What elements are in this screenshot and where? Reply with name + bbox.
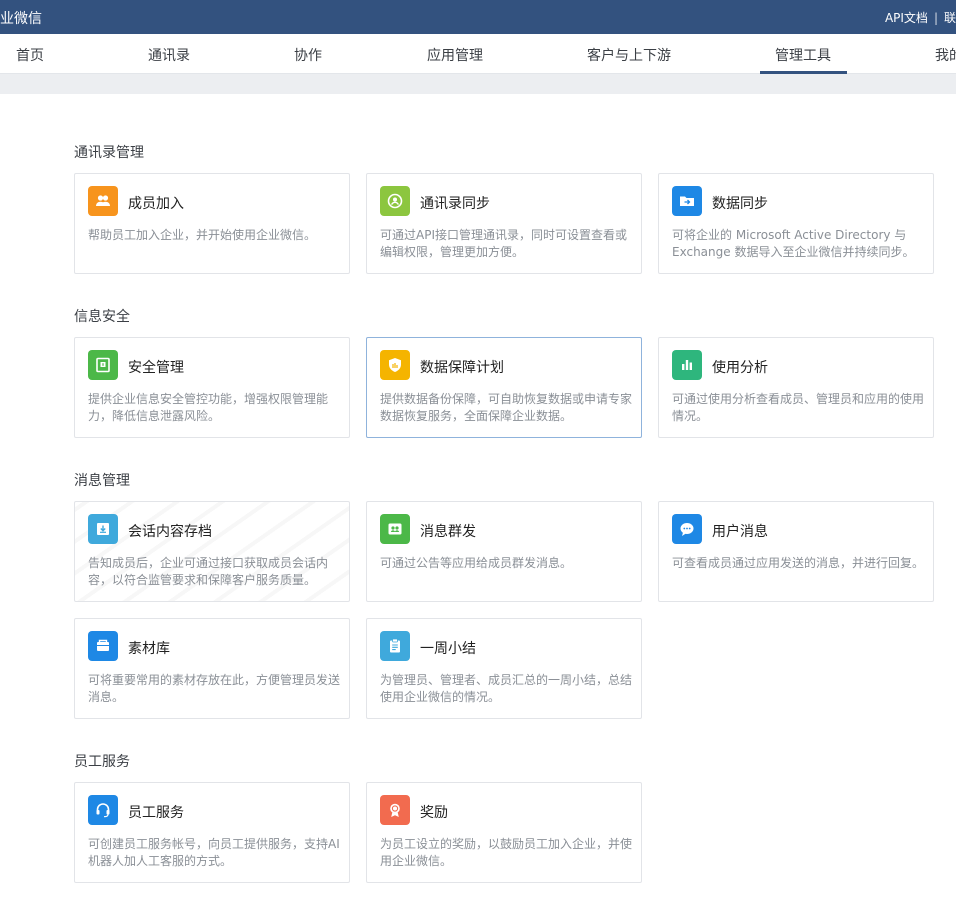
card-title: 数据同步: [712, 196, 768, 212]
award-icon: [380, 795, 410, 825]
card-title: 通讯录同步: [420, 196, 490, 212]
card-description: 可通过API接口管理通讯录，同时可设置查看或编辑权限，管理更加方便。: [380, 228, 627, 259]
section-title-messages: 消息管理: [74, 473, 130, 489]
folder-sync-icon: [672, 186, 702, 216]
tab-home[interactable]: 首页: [16, 45, 44, 65]
card-data-sync[interactable]: 数据同步 可将企业的 Microsoft Active Directory 与 …: [658, 173, 934, 274]
top-links: API文档 | 联: [885, 9, 956, 26]
card-data-protection[interactable]: 数据保障计划 提供数据备份保障，可自助恢复数据或申请专家数据恢复服务，全面保障企…: [366, 337, 642, 438]
contact-link[interactable]: 联: [944, 11, 956, 25]
bar-chart-icon: [672, 350, 702, 380]
top-bar: 企业微信 API文档 | 联: [0, 0, 956, 34]
tab-collaboration[interactable]: 协作: [294, 45, 322, 65]
card-title: 安全管理: [128, 360, 184, 376]
card-title: 奖励: [420, 805, 448, 821]
api-docs-link[interactable]: API文档: [885, 11, 928, 25]
card-description: 提供企业信息安全管控功能，增强权限管理能力，降低信息泄露风险。: [88, 392, 329, 423]
shield-icon: [380, 350, 410, 380]
card-title: 数据保障计划: [420, 360, 504, 376]
tab-my-company[interactable]: 我的企业: [935, 45, 956, 65]
card-title: 使用分析: [712, 360, 768, 376]
card-description: 可通过公告等应用给成员群发消息。: [380, 556, 573, 570]
card-user-messages[interactable]: 用户消息 可查看成员通过应用发送的消息，并进行回复。: [658, 501, 934, 602]
card-employee-service[interactable]: 员工服务 可创建员工服务帐号，向员工提供服务，支持AI机器人加人工客服的方式。: [74, 782, 350, 883]
brand-title: 企业微信: [0, 11, 42, 27]
card-description: 为管理员、管理者、成员汇总的一周小结，总结使用企业微信的情况。: [380, 673, 633, 704]
card-description: 帮助员工加入企业，并开始使用企业微信。: [88, 228, 317, 242]
header-divider-band: [0, 74, 956, 94]
chat-bubble-icon: [672, 514, 702, 544]
card-material-library[interactable]: 素材库 可将重要常用的素材存放在此，方便管理员发送消息。: [74, 618, 350, 719]
card-description: 可创建员工服务帐号，向员工提供服务，支持AI机器人加人工客服的方式。: [88, 837, 340, 868]
card-description: 可将重要常用的素材存放在此，方便管理员发送消息。: [88, 673, 341, 704]
section-title-contacts: 通讯录管理: [74, 145, 144, 161]
card-chat-archive[interactable]: 会话内容存档 告知成员后，企业可通过接口获取成员会话内容，以符合监管要求和保障客…: [74, 501, 350, 602]
card-title: 素材库: [128, 641, 170, 657]
card-title: 一周小结: [420, 641, 476, 657]
card-security-management[interactable]: 安全管理 提供企业信息安全管控功能，增强权限管理能力，降低信息泄露风险。: [74, 337, 350, 438]
card-rewards[interactable]: 奖励 为员工设立的奖励，以鼓励员工加入企业，并使用企业微信。: [366, 782, 642, 883]
headset-icon: [88, 795, 118, 825]
section-title-employee-services: 员工服务: [74, 754, 130, 770]
card-title: 成员加入: [128, 196, 184, 212]
tab-management-tools[interactable]: 管理工具: [775, 45, 831, 65]
clipboard-icon: [380, 631, 410, 661]
card-description: 为员工设立的奖励，以鼓励员工加入企业，并使用企业微信。: [380, 837, 633, 868]
card-description: 可查看成员通过应用发送的消息，并进行回复。: [672, 556, 925, 570]
tab-customers[interactable]: 客户与上下游: [587, 45, 671, 65]
card-title: 员工服务: [128, 805, 184, 821]
card-title: 会话内容存档: [128, 524, 212, 540]
card-title: 消息群发: [420, 524, 476, 540]
card-member-join[interactable]: 成员加入 帮助员工加入企业，并开始使用企业微信。: [74, 173, 350, 274]
section-title-security: 信息安全: [74, 309, 130, 325]
contact-sync-icon: [380, 186, 410, 216]
link-separator: |: [933, 11, 938, 25]
group-message-icon: [380, 514, 410, 544]
materials-icon: [88, 631, 118, 661]
card-title: 用户消息: [712, 524, 768, 540]
card-description: 提供数据备份保障，可自助恢复数据或申请专家数据恢复服务，全面保障企业数据。: [380, 392, 633, 423]
card-usage-analysis[interactable]: 使用分析 可通过使用分析查看成员、管理员和应用的使用情况。: [658, 337, 934, 438]
card-description: 可将企业的 Microsoft Active Directory 与 Excha…: [672, 228, 915, 259]
members-icon: [88, 186, 118, 216]
card-description: 可通过使用分析查看成员、管理员和应用的使用情况。: [672, 392, 925, 423]
tab-app-management[interactable]: 应用管理: [427, 45, 483, 65]
tab-contacts[interactable]: 通讯录: [148, 45, 190, 65]
main-nav: 首页 通讯录 协作 应用管理 客户与上下游 管理工具 我的企业: [0, 34, 956, 74]
archive-icon: [88, 514, 118, 544]
card-contacts-sync[interactable]: 通讯录同步 可通过API接口管理通讯录，同时可设置查看或编辑权限，管理更加方便。: [366, 173, 642, 274]
safe-icon: [88, 350, 118, 380]
card-group-message[interactable]: 消息群发 可通过公告等应用给成员群发消息。: [366, 501, 642, 602]
card-description: 告知成员后，企业可通过接口获取成员会话内容，以符合监管要求和保障客户服务质量。: [88, 556, 329, 587]
card-weekly-summary[interactable]: 一周小结 为管理员、管理者、成员汇总的一周小结，总结使用企业微信的情况。: [366, 618, 642, 719]
